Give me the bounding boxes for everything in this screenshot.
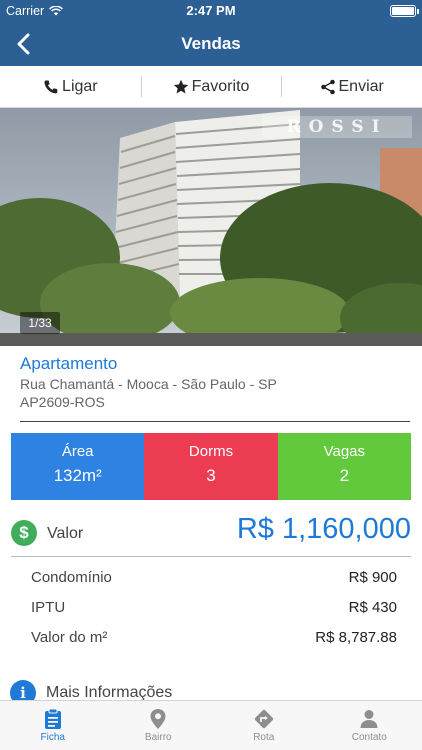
stat-dorms: Dorms 3 [144,433,278,500]
call-label: Ligar [62,77,98,95]
nav-bar: Vendas [0,22,422,66]
tab-rota-label: Rota [253,732,275,743]
action-bar: Ligar Favorito Enviar [0,66,422,108]
tab-contato[interactable]: Contato [317,701,422,750]
route-icon [254,709,273,729]
tab-ficha[interactable]: Ficha [0,701,106,750]
detail-label: IPTU [31,598,66,616]
stat-vagas-label: Vagas [323,443,366,460]
share-button[interactable]: Enviar [281,66,422,107]
tab-rota[interactable]: Rota [211,701,317,750]
detail-value: R$ 900 [348,568,397,586]
property-header: Apartamento Rua Chamantá - Mooca - São P… [20,354,410,410]
details-list: Condomínio R$ 900 IPTU R$ 430 Valor do m… [31,562,397,652]
price-label: Valor [47,525,84,542]
header-divider [20,421,410,422]
tab-bairro[interactable]: Bairro [106,701,212,750]
status-bar: Carrier 2:47 PM [0,0,422,22]
star-icon [173,79,188,93]
dollar-icon: $ [11,520,37,546]
detail-row: Valor do m² R$ 8,787.88 [31,622,397,652]
stats-row: Área 132m² Dorms 3 Vagas 2 [11,433,411,500]
property-address: Rua Chamantá - Mooca - São Paulo - SP [20,376,277,392]
share-label: Enviar [338,77,384,95]
tab-bairro-label: Bairro [144,732,172,743]
detail-value: R$ 430 [348,598,397,616]
property-code: AP2609-ROS [20,394,105,410]
map-pin-icon [150,709,166,729]
stat-dorms-value: 3 [206,466,216,485]
stat-vagas-value: 2 [339,466,350,485]
clipboard-icon [44,708,61,729]
page-title: Vendas [181,34,241,53]
property-type: Apartamento [20,354,118,373]
stat-area-label: Área [61,443,94,460]
property-photo[interactable]: 1/33 ROSSI [0,108,422,346]
tab-contato-label: Contato [351,732,387,743]
building-illustration [0,108,422,346]
tab-bar: Ficha Bairro Rota Contato [0,700,422,750]
top-bar: Carrier 2:47 PM Vendas [0,0,422,66]
person-icon [360,710,378,728]
favorite-label: Favorito [191,77,250,95]
tab-ficha-label: Ficha [40,732,65,743]
detail-value: R$ 8,787.88 [315,628,397,646]
price-divider [11,556,411,557]
detail-row: IPTU R$ 430 [31,592,397,622]
call-button[interactable]: Ligar [0,66,141,107]
photo-counter: 1/33 [20,312,60,334]
price-row: $ Valor R$ 1,160,000 [11,510,411,556]
phone-icon [44,80,58,93]
stat-area-value: 132m² [53,466,102,485]
watermark-logo: ROSSI [286,117,388,137]
battery-icon [390,5,419,17]
favorite-button[interactable]: Favorito [140,66,282,107]
stat-dorms-label: Dorms [188,443,234,460]
share-icon [320,79,335,94]
detail-label: Valor do m² [31,628,108,646]
detail-label: Condomínio [31,568,112,586]
stat-vagas: Vagas 2 [277,433,411,500]
status-time: 2:47 PM [186,3,236,18]
detail-row: Condomínio R$ 900 [31,562,397,592]
price-value: R$ 1,160,000 [236,513,411,545]
stat-area: Área 132m² [11,433,145,500]
